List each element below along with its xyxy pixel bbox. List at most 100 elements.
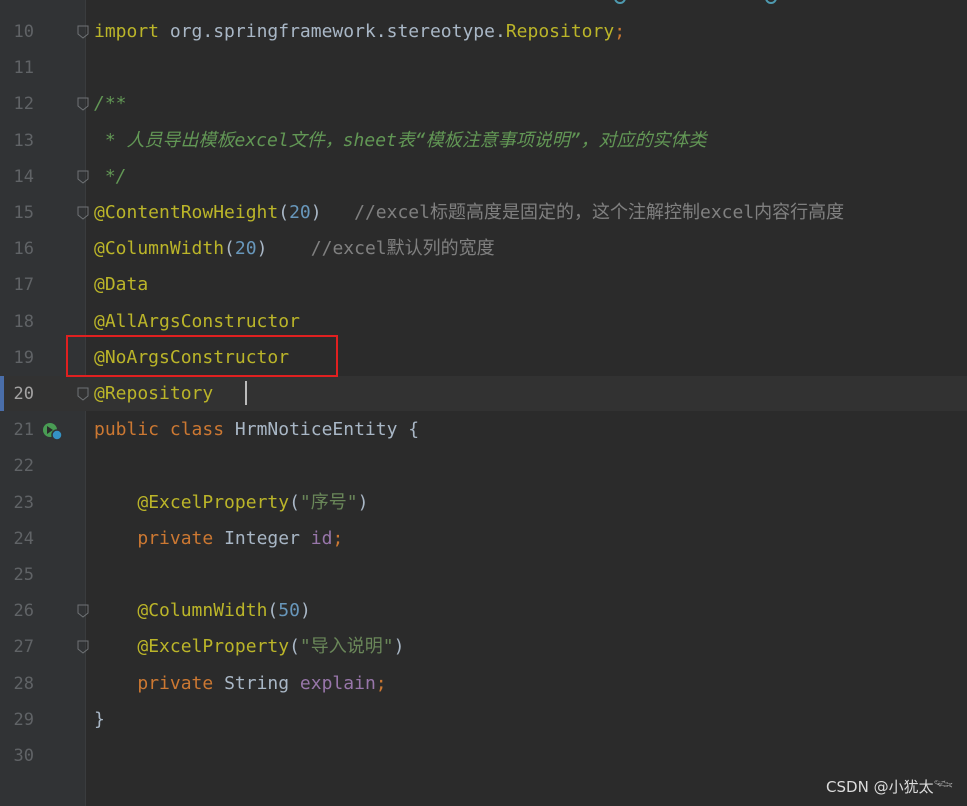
code-token: * 人员导出模板excel文件，sheet表“模板注意事项说明”，对应的实体类 xyxy=(94,129,707,151)
run-class-icon[interactable] xyxy=(40,420,64,442)
code-token: "导入说明" xyxy=(299,636,394,658)
code-line[interactable]: 17 @Data xyxy=(0,267,967,303)
line-number: 30 xyxy=(13,746,34,766)
code-token: ) xyxy=(357,491,369,513)
code-token: ( xyxy=(278,202,290,223)
line-number: 24 xyxy=(13,528,34,549)
code-token: 20 xyxy=(289,202,311,223)
code-token: Integer xyxy=(224,527,311,549)
code-line[interactable]: 30 xyxy=(0,738,967,774)
code-line[interactable]: 29} xyxy=(0,702,967,738)
line-number: 22 xyxy=(13,456,34,477)
code-token: import xyxy=(94,21,160,42)
code-token: id xyxy=(310,527,333,549)
code-line[interactable]: 23 @ExcelProperty("序号") xyxy=(0,485,967,521)
code-token: 20 xyxy=(234,238,257,260)
code-line[interactable]: 22 xyxy=(0,448,967,484)
code-text: } xyxy=(94,702,105,738)
code-token: @ColumnWidth xyxy=(137,600,268,622)
code-line[interactable]: 11 xyxy=(0,50,967,86)
line-number: 23 xyxy=(13,492,34,513)
code-line[interactable]: 28 private String explain; xyxy=(0,666,967,702)
code-token: ( xyxy=(224,238,235,260)
code-token: @ExcelProperty xyxy=(137,491,290,513)
code-token: ; xyxy=(614,21,626,42)
code-token: 50 xyxy=(278,600,300,622)
code-text: import org.springframework.stereotype.Re… xyxy=(94,14,625,50)
line-number: 12 xyxy=(13,94,34,115)
code-token: public class xyxy=(94,419,235,441)
code-token: //excel默认列的宽度 xyxy=(310,238,495,260)
code-text: private String explain; xyxy=(94,666,386,702)
code-text: @ColumnWidth(50) xyxy=(94,593,311,629)
line-number: 17 xyxy=(13,275,34,296)
code-line[interactable]: 16 @ColumnWidth(20) //excel默认列的宽度 xyxy=(0,231,967,267)
code-text: * 人员导出模板excel文件，sheet表“模板注意事项说明”，对应的实体类 xyxy=(94,123,707,159)
code-token: private xyxy=(137,527,225,549)
code-text: @Data xyxy=(94,267,148,303)
code-line[interactable]: 20 @Repository xyxy=(0,376,967,412)
line-number: 15 xyxy=(13,203,34,223)
circle-icon xyxy=(614,0,626,4)
code-token: private xyxy=(137,672,225,694)
code-token: Repository xyxy=(505,21,615,42)
code-text: */ xyxy=(94,159,127,195)
code-token: ( xyxy=(289,491,300,513)
code-text: @ColumnWidth(20) //excel默认列的宽度 xyxy=(94,231,495,267)
code-line[interactable]: 13 * 人员导出模板excel文件，sheet表“模板注意事项说明”，对应的实… xyxy=(0,123,967,159)
line-number: 13 xyxy=(13,130,34,151)
code-text: @ExcelProperty("序号") xyxy=(94,485,368,521)
line-number: 16 xyxy=(13,239,34,260)
code-token: @ColumnWidth xyxy=(94,238,225,260)
code-token: ( xyxy=(289,636,300,658)
code-token: /** xyxy=(94,93,127,115)
code-line[interactable]: 26 @ColumnWidth(50) xyxy=(0,593,967,629)
code-token: @AllArgsConstructor xyxy=(94,310,300,332)
circle-icon xyxy=(765,0,777,4)
code-token: HrmNoticeEntity { xyxy=(234,419,420,441)
code-line[interactable]: 12 /** xyxy=(0,86,967,122)
code-line[interactable]: 27 @ExcelProperty("导入说明") xyxy=(0,629,967,665)
code-token: ) xyxy=(299,600,311,622)
code-text: @ExcelProperty("导入说明") xyxy=(94,629,404,665)
line-number: 27 xyxy=(13,637,34,658)
line-number: 28 xyxy=(13,673,34,694)
line-number: 25 xyxy=(13,565,34,585)
code-token: @Repository xyxy=(94,383,214,404)
code-token: @ContentRowHeight xyxy=(94,202,279,223)
code-text: @ContentRowHeight(20) //excel标题高度是固定的，这个… xyxy=(94,195,844,231)
fold-marker-icon[interactable] xyxy=(77,387,89,401)
code-token: @Data xyxy=(94,274,149,296)
fold-marker-icon[interactable] xyxy=(77,97,89,112)
code-token: org.springframework.stereotype. xyxy=(159,21,506,42)
line-number: 21 xyxy=(13,420,34,441)
code-line[interactable]: 15 @ContentRowHeight(20) //excel标题高度是固定的，… xyxy=(0,195,967,231)
fold-marker-icon[interactable] xyxy=(77,604,89,618)
code-token: ) xyxy=(393,636,405,658)
code-token: ) xyxy=(256,238,311,260)
fold-marker-icon[interactable] xyxy=(77,206,89,220)
code-line[interactable]: 10 import org.springframework.stereotype.… xyxy=(0,14,967,50)
code-token: @ExcelProperty xyxy=(137,636,290,658)
code-line[interactable]: 25 xyxy=(0,557,967,593)
code-token: //excel标题高度是固定的，这个注解控制excel内容行高度 xyxy=(354,202,845,223)
fold-marker-icon[interactable] xyxy=(77,25,89,39)
code-token: */ xyxy=(94,165,127,187)
code-text: /** xyxy=(94,86,127,122)
fold-marker-icon[interactable] xyxy=(77,170,89,184)
code-line[interactable]: 21 public class HrmNoticeEntity { xyxy=(0,412,967,448)
code-text: @Repository xyxy=(94,376,213,412)
code-line[interactable]: 24 private Integer id; xyxy=(0,521,967,557)
code-token: } xyxy=(94,708,105,730)
line-number: 14 xyxy=(13,166,34,187)
fold-marker-icon[interactable] xyxy=(77,640,89,655)
code-line[interactable]: 14 */ xyxy=(0,159,967,195)
line-number: 19 xyxy=(13,347,34,368)
line-number: 29 xyxy=(13,709,34,730)
code-token: "序号" xyxy=(299,491,358,513)
